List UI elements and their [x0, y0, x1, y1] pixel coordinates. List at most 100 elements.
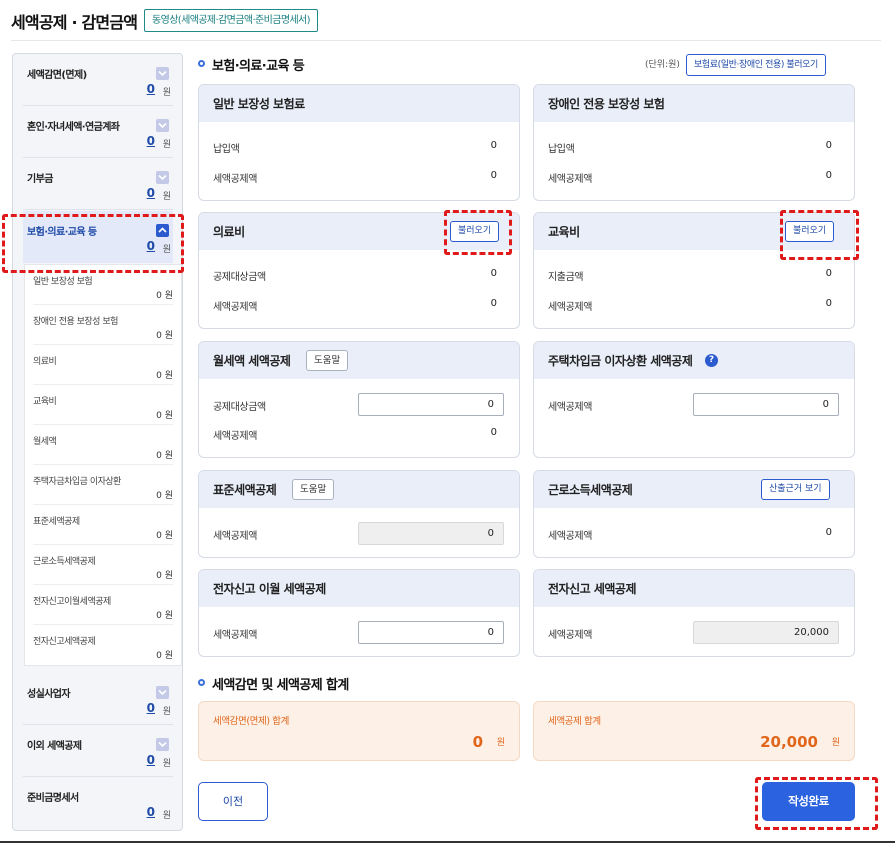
section-bullet-icon: [198, 60, 205, 67]
calculation-basis-button[interactable]: 산출근거 보기: [761, 479, 830, 500]
card-title: 전자신고 이월 세액공제: [213, 582, 326, 596]
card-e-filing: 전자신고 세액공제 세액공제액 20,000: [533, 569, 855, 657]
row-label: 세액공제액: [548, 630, 593, 641]
sidebar-item-value[interactable]: 0: [147, 239, 155, 253]
sub-item-value: 0 원: [156, 291, 173, 301]
row-label: 세액공제액: [548, 302, 593, 313]
sidebar-item-reserve-statement[interactable]: 준비금명세서 0 원: [23, 777, 173, 829]
row-label: 세액공제액: [213, 431, 258, 442]
card-monthly-rent: 월세액 세액공제 도움말 공제대상금액 0 세액공제액 0: [198, 341, 520, 458]
credit-total-unit: 원: [831, 738, 840, 748]
standard-credit-field: 0: [358, 522, 504, 545]
sidebar-item-marriage-child-pension[interactable]: 혼인·자녀세액·연금계좌 0 원: [23, 106, 173, 158]
row-value: 0: [490, 170, 497, 181]
page-header: 세액공제 · 감면금액 동영상(세액공제·감면금액·준비금명세서): [0, 0, 895, 42]
row-value: 0: [825, 140, 832, 151]
sub-item-value: 0 원: [156, 571, 173, 581]
e-filing-credit-field: 20,000: [693, 621, 839, 644]
sidebar-item-label: 준비금명세서: [27, 793, 79, 804]
sidebar: 세액감면(면제) 0 원 혼인·자녀세액·연금계좌 0 원 기부금 0 원 보험…: [12, 53, 183, 831]
credit-total-label: 세액공제 합계: [548, 716, 601, 727]
sidebar-sub-item-education[interactable]: 교육비 0 원: [33, 385, 173, 425]
sidebar-sub-item-e-filing-carryover[interactable]: 전자신고이월세액공제 0 원: [33, 585, 173, 625]
card-title: 주택차입금 이자상환 세액공제: [548, 354, 693, 368]
sidebar-item-unit: 원: [162, 140, 171, 150]
sub-item-label: 전자신고이월세액공제: [33, 597, 111, 607]
credit-total-box: 세액공제 합계 20,000 원: [533, 701, 855, 761]
row-label: 세액공제액: [213, 531, 258, 542]
card-title: 일반 보장성 보험료: [213, 97, 305, 111]
card-title: 근로소득세액공제: [548, 483, 633, 497]
credit-total-value: 20,000: [760, 733, 818, 751]
sidebar-sub-item-earned-income[interactable]: 근로소득세액공제 0 원: [33, 545, 173, 585]
reduction-total-label: 세액감면(면제) 합계: [213, 716, 289, 727]
sidebar-item-value[interactable]: 0: [147, 805, 155, 819]
video-guide-button[interactable]: 동영상(세액공제·감면금액·준비금명세서): [144, 9, 318, 32]
reduction-total-box: 세액감면(면제) 합계 0 원: [198, 701, 520, 761]
sidebar-sub-item-monthly-rent[interactable]: 월세액 0 원: [33, 425, 173, 465]
chevron-down-icon[interactable]: [156, 738, 169, 751]
row-label: 세액공제액: [213, 174, 258, 185]
sidebar-item-value[interactable]: 0: [147, 753, 155, 767]
sidebar-sub-item-disabled-insurance[interactable]: 장애인 전용 보장성 보험 0 원: [33, 305, 173, 345]
sub-item-label: 교육비: [33, 397, 57, 407]
chevron-down-icon[interactable]: [156, 171, 169, 184]
sub-item-label: 근로소득세액공제: [33, 557, 96, 567]
sub-item-value: 0 원: [156, 611, 173, 621]
sidebar-item-value[interactable]: 0: [147, 701, 155, 715]
monthly-rent-amount-input[interactable]: 0: [358, 393, 504, 416]
chevron-up-icon[interactable]: [156, 224, 169, 237]
header-divider: [11, 40, 881, 41]
standard-help-button[interactable]: 도움말: [292, 479, 335, 500]
prev-button[interactable]: 이전: [198, 782, 268, 821]
sidebar-sub-item-standard[interactable]: 표준세액공제 0 원: [33, 505, 173, 545]
complete-button[interactable]: 작성완료: [762, 782, 855, 821]
sidebar-item-value[interactable]: 0: [147, 134, 155, 148]
help-question-icon[interactable]: ?: [705, 354, 718, 367]
sub-item-label: 장애인 전용 보장성 보험: [33, 317, 118, 327]
sidebar-item-label: 성실사업자: [27, 689, 71, 700]
sidebar-item-value[interactable]: 0: [147, 82, 155, 96]
monthly-rent-help-button[interactable]: 도움말: [306, 350, 349, 371]
sidebar-item-insurance-medical-education[interactable]: 보험·의료·교육 등 0 원: [23, 211, 173, 263]
reduction-total-unit: 원: [496, 738, 505, 748]
card-title: 교육비: [548, 225, 580, 239]
sidebar-item-label: 보험·의료·교육 등: [27, 227, 97, 238]
row-value: 0: [490, 268, 497, 279]
reduction-total-value: 0: [472, 733, 483, 751]
sidebar-item-other-credits[interactable]: 이외 세액공제 0 원: [23, 725, 173, 777]
housing-loan-credit-input[interactable]: 0: [693, 393, 839, 416]
import-insurance-button[interactable]: 보험료(일반·장애인 전용) 불러오기: [686, 54, 826, 76]
sidebar-item-label: 세액감면(면제): [27, 70, 87, 81]
sub-item-value: 0 원: [156, 371, 173, 381]
sidebar-sub-item-medical[interactable]: 의료비 0 원: [33, 345, 173, 385]
sub-item-label: 표준세액공제: [33, 517, 80, 527]
sub-item-value: 0 원: [156, 491, 173, 501]
row-value: 0: [825, 527, 832, 538]
sub-item-label: 전자신고세액공제: [33, 637, 96, 647]
row-value: 0: [490, 298, 497, 309]
card-education: 교육비 불러오기 지출금액 0 세액공제액 0: [533, 212, 855, 329]
education-import-button[interactable]: 불러오기: [785, 221, 835, 242]
row-value: 0: [825, 170, 832, 181]
card-disabled-insurance: 장애인 전용 보장성 보험 납입액 0 세액공제액 0: [533, 84, 855, 201]
sidebar-item-value[interactable]: 0: [147, 186, 155, 200]
row-label: 세액공제액: [548, 174, 593, 185]
e-filing-carryover-input[interactable]: 0: [358, 621, 504, 644]
sidebar-sub-item-housing-loan[interactable]: 주택자금차입금 이자상환 0 원: [33, 465, 173, 505]
chevron-down-icon[interactable]: [156, 119, 169, 132]
sub-item-value: 0 원: [156, 331, 173, 341]
sidebar-item-unit: 원: [162, 707, 171, 717]
chevron-down-icon[interactable]: [156, 686, 169, 699]
medical-import-button[interactable]: 불러오기: [450, 221, 500, 242]
sidebar-item-donation[interactable]: 기부금 0 원: [23, 158, 173, 210]
row-label: 납입액: [213, 144, 240, 155]
card-e-filing-carryover: 전자신고 이월 세액공제 세액공제액 0: [198, 569, 520, 657]
sidebar-sub-item-e-filing[interactable]: 전자신고세액공제 0 원: [33, 625, 173, 665]
sidebar-item-faithful-business[interactable]: 성실사업자 0 원: [23, 673, 173, 725]
chevron-down-icon[interactable]: [156, 67, 169, 80]
row-label: 납입액: [548, 144, 575, 155]
sidebar-sub-item-general-insurance[interactable]: 일반 보장성 보험 0 원: [33, 265, 173, 305]
sidebar-item-tax-reduction[interactable]: 세액감면(면제) 0 원: [23, 54, 173, 106]
sub-item-label: 일반 보장성 보험: [33, 277, 93, 287]
